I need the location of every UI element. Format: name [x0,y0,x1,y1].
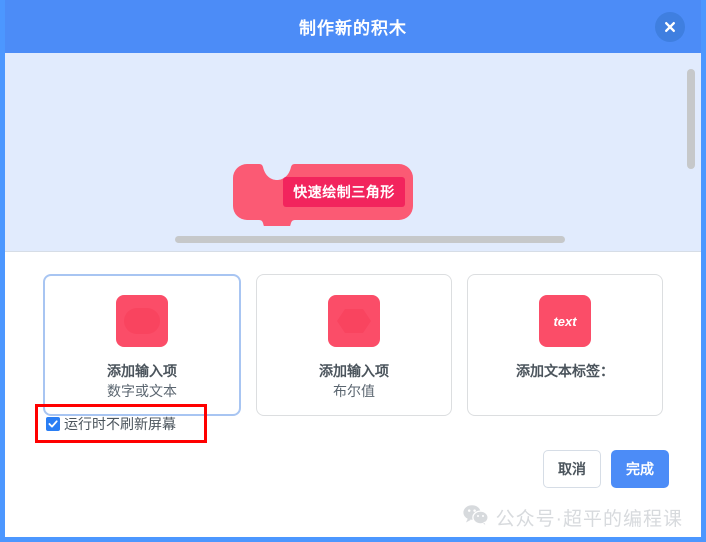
dialog-titlebar: 制作新的积木 [5,0,701,53]
cancel-button[interactable]: 取消 [543,450,601,488]
canvas-vertical-scrollbar[interactable] [686,53,697,251]
dialog-body: 添加输入项 数字或文本 添加输入项 布尔值 text 添加文本标签： 运行时不刷… [5,252,701,537]
make-a-block-dialog: 制作新的积木 快速绘制三角形 添加输入项 数字或文本 添加输入项 布尔值 tex… [0,0,706,542]
dialog-footer: 取消 完成 [543,450,669,488]
watermark-text: 公众号·超平的编程课 [495,509,683,530]
checkbox-highlight-annotation: 运行时不刷新屏幕 [35,404,207,443]
text-glyph: text [553,313,577,329]
run-without-refresh-row[interactable]: 运行时不刷新屏幕 [38,407,204,440]
block-preview-canvas[interactable]: 快速绘制三角形 [5,53,701,252]
hexagon-boolean-icon [328,295,380,347]
run-without-refresh-checkbox[interactable] [46,416,60,431]
hexagon-shape [337,309,371,333]
add-input-boolean-card[interactable]: 添加输入项 布尔值 [256,274,452,416]
define-block-shape [233,163,413,236]
wechat-icon [463,504,489,531]
option-card-subtitle: 布尔值 [333,383,375,399]
option-card-title: 添加文本标签： [516,363,614,379]
text-label-icon: text [539,295,591,347]
option-card-title: 添加输入项 [319,363,389,379]
close-icon [664,21,676,33]
close-button[interactable] [655,11,685,42]
canvas-horizontal-scrollbar-thumb[interactable] [175,236,565,243]
add-input-number-text-card[interactable]: 添加输入项 数字或文本 [43,274,241,416]
oval-shape [124,308,160,334]
rounded-oval-icon [116,295,168,347]
watermark: 公众号·超平的编程课 [463,504,683,531]
run-without-refresh-label: 运行时不刷新屏幕 [64,415,176,432]
add-text-label-card[interactable]: text 添加文本标签： [467,274,663,416]
canvas-vertical-scrollbar-thumb[interactable] [687,69,695,169]
define-block[interactable]: 快速绘制三角形 [233,163,413,236]
ok-button[interactable]: 完成 [611,450,669,488]
option-card-title: 添加输入项 [107,363,177,379]
option-cards-row: 添加输入项 数字或文本 添加输入项 布尔值 text 添加文本标签： [5,252,701,416]
dialog-title: 制作新的积木 [299,19,407,38]
option-card-subtitle: 数字或文本 [107,383,177,399]
check-icon [48,419,58,427]
